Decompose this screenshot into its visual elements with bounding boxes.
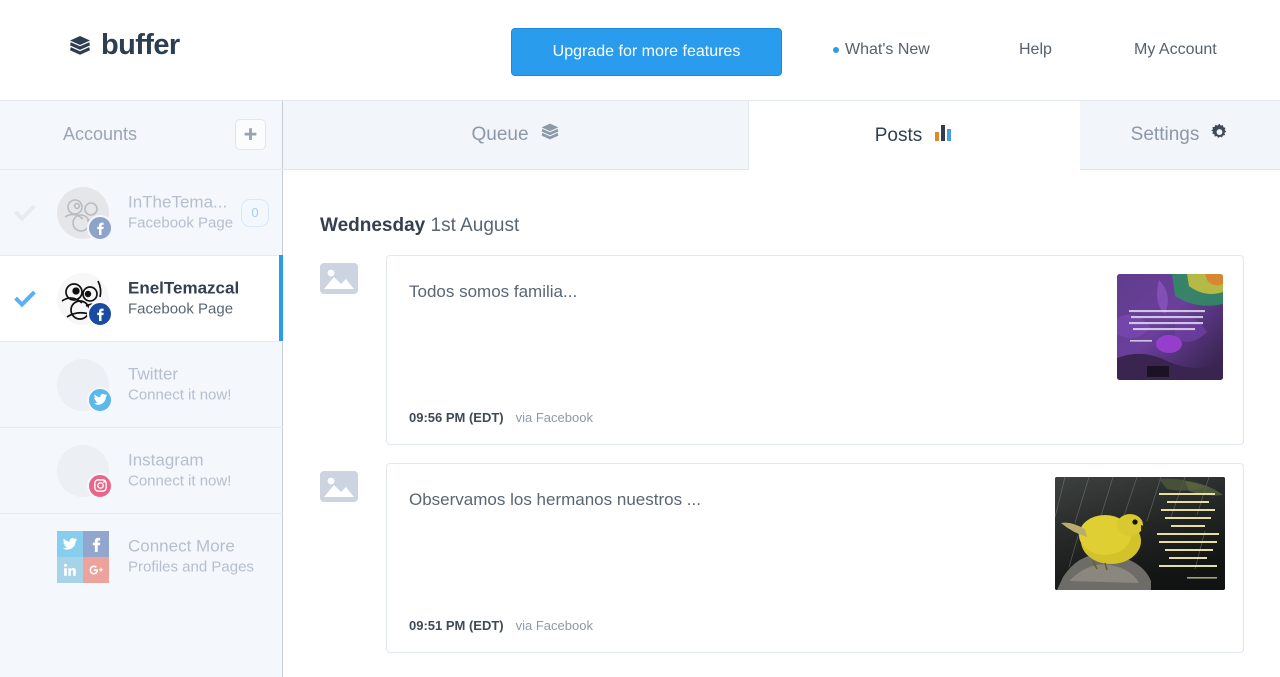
blue-dot-icon xyxy=(833,47,839,53)
account-post-count: 0 xyxy=(241,198,269,227)
account-name: Twitter xyxy=(128,363,179,383)
tab-queue-label: Queue xyxy=(471,124,529,145)
nav-help[interactable]: Help xyxy=(1019,41,1052,59)
account-type: Facebook Page xyxy=(128,300,234,318)
post-text: Todos somos familia... xyxy=(409,282,578,301)
tab-posts-label: Posts xyxy=(874,124,923,146)
instagram-icon xyxy=(87,472,113,499)
check-icon xyxy=(14,288,36,310)
post-via: via Facebook xyxy=(515,618,593,633)
tab-queue[interactable]: Queue xyxy=(283,101,749,170)
sidebar-account-inthetema[interactable]: InTheTema... Facebook Page 0 xyxy=(0,169,283,255)
post-time: 09:51 PM (EDT) xyxy=(409,618,504,633)
sidebar-connect-more[interactable]: Connect More Profiles and Pages xyxy=(0,513,283,599)
top-header: buffer Upgrade for more features What's … xyxy=(0,0,1280,101)
accounts-sidebar: Accounts InTheTema... Facebook Page 0 En… xyxy=(0,101,283,677)
account-type: Facebook Page xyxy=(128,214,234,232)
post-text: Observamos los hermanos nuestros ... xyxy=(409,490,701,509)
accounts-title: Accounts xyxy=(63,124,138,144)
day-date: 1st August xyxy=(430,215,520,236)
tab-settings-label: Settings xyxy=(1130,124,1200,145)
post-thumbnail[interactable] xyxy=(1117,274,1223,380)
post-card[interactable]: Observamos los hermanos nuestros ... 09:… xyxy=(386,463,1244,653)
facebook-icon xyxy=(83,530,109,557)
photo-icon xyxy=(320,263,358,294)
account-text: InTheTema... Facebook Page xyxy=(128,191,233,234)
connect-more-subtitle: Profiles and Pages xyxy=(128,558,254,576)
buffer-logo[interactable]: buffer xyxy=(68,31,180,60)
plus-icon xyxy=(243,127,258,142)
buffer-layers-icon xyxy=(68,34,92,58)
accounts-list: InTheTema... Facebook Page 0 EnelTemazca… xyxy=(0,169,283,599)
account-name: Instagram xyxy=(128,449,204,469)
facebook-icon xyxy=(87,300,113,327)
post-thumbnail[interactable] xyxy=(1055,477,1225,590)
avatar xyxy=(57,444,113,499)
account-name: EnelTemazcal xyxy=(128,277,240,297)
gear-icon xyxy=(1210,123,1229,148)
connect-more-text: Connect More Profiles and Pages xyxy=(128,535,254,578)
googleplus-icon xyxy=(83,556,109,583)
check-icon xyxy=(14,202,36,224)
tab-bar: Queue Posts Settings xyxy=(283,101,1280,170)
stacked-layers-icon xyxy=(540,122,560,148)
connect-more-icon-grid xyxy=(57,530,109,583)
account-type: Connect it now! xyxy=(128,386,232,404)
avatar xyxy=(57,186,113,241)
twitter-icon xyxy=(87,386,113,413)
nav-whats-new[interactable]: What's New xyxy=(833,41,930,59)
facebook-icon xyxy=(87,214,113,241)
posts-panel: Wednesday 1st August Todos somos familia… xyxy=(283,170,1280,677)
linkedin-icon xyxy=(57,556,83,583)
sidebar-account-eneltemazcal[interactable]: EnelTemazcal Facebook Page xyxy=(0,255,283,342)
post-time: 09:56 PM (EDT) xyxy=(409,410,504,425)
upgrade-button[interactable]: Upgrade for more features xyxy=(511,28,782,76)
account-text: Twitter Connect it now! xyxy=(128,363,231,406)
account-text: EnelTemazcal Facebook Page xyxy=(128,277,239,320)
tab-posts[interactable]: Posts xyxy=(749,101,1080,170)
tab-settings[interactable]: Settings xyxy=(1080,101,1280,170)
post-footer: 09:51 PM (EDT) via Facebook xyxy=(409,618,593,633)
nav-my-account[interactable]: My Account xyxy=(1134,41,1217,59)
account-name: InTheTema... xyxy=(128,191,228,211)
avatar xyxy=(57,272,113,327)
connect-more-title: Connect More xyxy=(128,535,235,555)
photo-icon xyxy=(320,471,358,502)
avatar xyxy=(57,358,113,413)
add-account-button[interactable] xyxy=(235,119,266,150)
day-weekday: Wednesday xyxy=(320,215,426,236)
post-card[interactable]: Todos somos familia... 09:56 PM (EDT) vi… xyxy=(386,255,1244,445)
sidebar-account-twitter[interactable]: Twitter Connect it now! xyxy=(0,341,283,427)
post-via: via Facebook xyxy=(515,410,593,425)
bar-chart-icon xyxy=(933,122,954,149)
account-text: Instagram Connect it now! xyxy=(128,449,231,492)
brand-name: buffer xyxy=(101,29,180,61)
day-header: Wednesday 1st August xyxy=(320,215,519,237)
account-type: Connect it now! xyxy=(128,472,232,490)
nav-whats-new-label: What's New xyxy=(845,41,930,58)
post-footer: 09:56 PM (EDT) via Facebook xyxy=(409,410,593,425)
twitter-icon xyxy=(57,530,83,557)
sidebar-account-instagram[interactable]: Instagram Connect it now! xyxy=(0,427,283,513)
